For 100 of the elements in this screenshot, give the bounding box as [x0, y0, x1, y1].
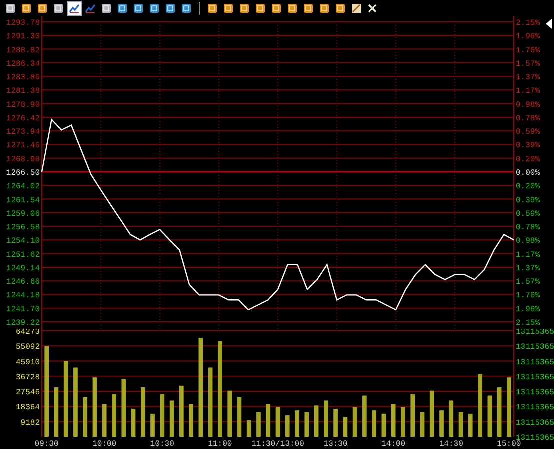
- time-label: 10:30: [150, 440, 174, 449]
- time-label: 10:00: [92, 440, 117, 449]
- toolbar-button[interactable]: [132, 2, 145, 15]
- volume-bar: [189, 404, 194, 437]
- percent-label: 0.20%: [516, 182, 540, 192]
- percent-label: 0.59%: [516, 128, 540, 138]
- toolbar-button[interactable]: [20, 2, 33, 15]
- volume-bar: [276, 407, 280, 437]
- volume-bar: [102, 404, 107, 437]
- toolbar-button[interactable]: [4, 2, 17, 15]
- volume-bar: [362, 396, 367, 437]
- percent-label: 0.98%: [516, 237, 540, 246]
- time-label: 13:30: [324, 440, 348, 449]
- toolbar-button[interactable]: [180, 2, 193, 15]
- volume-bar: [478, 374, 482, 437]
- volume-bar: [237, 397, 242, 437]
- toolbar-button[interactable]: [222, 2, 235, 15]
- volume-bar: [507, 378, 512, 437]
- price-label: 1286.34: [6, 60, 40, 69]
- toolbar-button[interactable]: [254, 2, 267, 15]
- percent-label: 1.96%: [516, 305, 540, 314]
- volume-bar: [458, 412, 464, 437]
- toolbar-button[interactable]: [238, 2, 251, 15]
- toolbar-button[interactable]: [36, 2, 49, 15]
- price-label: 1261.54: [6, 196, 40, 206]
- volume-bar: [304, 412, 310, 437]
- volume-bar: [160, 394, 165, 437]
- toolbar-button[interactable]: [164, 2, 177, 15]
- percent-label: 1.17%: [516, 250, 540, 260]
- volume-bar: [74, 368, 78, 437]
- chart-icon: [85, 3, 96, 14]
- toolbar-button[interactable]: [270, 2, 283, 15]
- close-icon: [367, 3, 378, 14]
- percent-label: 0.98%: [516, 100, 540, 110]
- volume-bar: [170, 400, 174, 437]
- percent-label: 0.39%: [516, 142, 540, 151]
- volume-bar: [92, 378, 98, 437]
- volume-label: 13115365: [516, 343, 554, 352]
- square-icon: [335, 3, 346, 14]
- volume-bar: [208, 368, 213, 437]
- price-label: 1278.90: [6, 100, 40, 110]
- square-icon: [303, 3, 314, 14]
- time-label: 15:00: [497, 440, 522, 449]
- toolbar-button[interactable]: [52, 2, 65, 15]
- volume-bar: [334, 408, 338, 437]
- volume-bar: [285, 416, 290, 437]
- toolbar-button[interactable]: [286, 2, 299, 15]
- toolbar-button[interactable]: [350, 2, 363, 15]
- toolbar-button[interactable]: [206, 2, 219, 15]
- percent-label: 1.96%: [516, 32, 540, 42]
- toolbar-button[interactable]: [366, 2, 379, 15]
- square-icon: [271, 3, 282, 14]
- price-label: 1256.58: [6, 224, 40, 233]
- volume-bar: [468, 414, 473, 437]
- price-label: 1246.66: [6, 278, 40, 288]
- time-label: 09:30: [34, 440, 59, 449]
- percent-label: 0.59%: [516, 210, 540, 219]
- volume-label: 36728: [16, 373, 40, 382]
- price-label: 1273.94: [6, 128, 40, 138]
- square-icon: [53, 3, 64, 14]
- volume-bar: [150, 414, 155, 437]
- volume-bar: [266, 404, 271, 437]
- price-label: 1268.98: [6, 155, 40, 164]
- percent-label: 0.78%: [516, 224, 540, 233]
- price-label: 1276.42: [6, 114, 40, 124]
- square-icon: [117, 3, 128, 14]
- square-icon: [207, 3, 218, 14]
- square-icon: [287, 3, 298, 14]
- square-icon: [165, 3, 176, 14]
- percent-label: 2.15%: [516, 19, 540, 28]
- price-label: 1266.50: [6, 169, 40, 178]
- volume-label: 9182: [20, 418, 40, 428]
- toolbar-button[interactable]: [100, 2, 113, 15]
- price-label: 1239.22: [6, 319, 40, 328]
- toolbar-button[interactable]: [302, 2, 315, 15]
- price-label: 1264.02: [6, 182, 40, 192]
- percent-label: 0.78%: [516, 114, 540, 124]
- time-label: 14:00: [382, 440, 406, 449]
- toolbar-button[interactable]: [318, 2, 331, 15]
- square-icon: [101, 3, 112, 14]
- volume-bar: [256, 412, 261, 437]
- volume-bar: [140, 388, 146, 437]
- volume-bar: [430, 390, 434, 437]
- price-label: 1288.82: [6, 46, 40, 56]
- price-label: 1271.46: [6, 142, 40, 151]
- toolbar-button[interactable]: [148, 2, 161, 15]
- price-label: 1251.62: [6, 250, 40, 260]
- volume-bar: [352, 407, 358, 437]
- volume-bar: [391, 404, 396, 437]
- volume-bar: [343, 417, 348, 437]
- time-label: 11:00: [208, 440, 232, 449]
- volume-bar: [440, 410, 444, 437]
- time-label: 11:30/13:00: [252, 440, 304, 449]
- arrow-icon[interactable]: [546, 19, 552, 29]
- toolbar-button[interactable]: [116, 2, 129, 15]
- toolbar-button[interactable]: [334, 2, 347, 15]
- percent-label: 1.76%: [516, 292, 540, 301]
- square-icon: [223, 3, 234, 14]
- volume-label: 27546: [16, 388, 40, 398]
- price-label: 1249.14: [6, 264, 40, 274]
